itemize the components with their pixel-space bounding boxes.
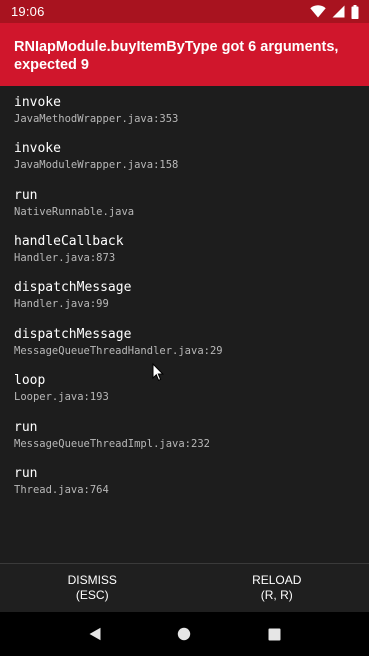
stack-trace-list[interactable]: invoke JavaMethodWrapper.java:353 invoke… — [0, 86, 369, 563]
frame-file: MessageQueueThreadHandler.java:29 — [14, 345, 223, 357]
cell-signal-icon — [332, 5, 345, 18]
frame-file: Thread.java:764 — [14, 484, 109, 496]
stack-frame[interactable]: dispatchMessage MessageQueueThreadHandle… — [14, 326, 223, 358]
dismiss-shortcut: (ESC) — [75, 588, 109, 602]
frame-method: dispatchMessage — [14, 327, 132, 342]
stack-frame[interactable]: run Thread.java:764 — [14, 465, 109, 497]
mouse-cursor-icon — [152, 362, 164, 386]
redbox-footer: DISMISS (ESC) RELOAD (R, R) — [0, 563, 369, 612]
frame-method: run — [14, 420, 38, 435]
frame-file: Handler.java:873 — [14, 252, 116, 264]
dismiss-label: DISMISS — [67, 573, 117, 587]
frame-method: invoke — [14, 95, 61, 110]
home-icon[interactable] — [164, 614, 204, 654]
frame-method: invoke — [14, 141, 61, 156]
battery-icon — [351, 4, 359, 19]
stack-frame[interactable]: invoke JavaModuleWrapper.java:158 — [14, 140, 178, 172]
android-nav-bar — [0, 612, 369, 656]
reload-shortcut: (R, R) — [260, 588, 293, 602]
frame-method: handleCallback — [14, 234, 124, 249]
frame-method: run — [14, 466, 38, 481]
status-icons — [310, 4, 359, 19]
wifi-icon — [310, 5, 326, 18]
frame-method: run — [14, 188, 38, 203]
error-message: RNIapModule.buyItemByType got 6 argument… — [0, 23, 369, 86]
stack-frame[interactable]: run MessageQueueThreadImpl.java:232 — [14, 419, 210, 451]
stack-frame[interactable]: handleCallback Handler.java:873 — [14, 233, 124, 265]
frame-file: JavaMethodWrapper.java:353 — [14, 113, 179, 125]
frame-file: Looper.java:193 — [14, 391, 109, 403]
recents-icon[interactable] — [254, 614, 294, 654]
reload-button[interactable]: RELOAD (R, R) — [185, 564, 369, 612]
stack-frame[interactable]: loop Looper.java:193 — [14, 372, 109, 404]
dismiss-button[interactable]: DISMISS (ESC) — [0, 564, 185, 612]
frame-file: JavaModuleWrapper.java:158 — [14, 159, 179, 171]
stack-frame[interactable]: dispatchMessage Handler.java:99 — [14, 279, 131, 311]
back-icon[interactable] — [75, 614, 115, 654]
status-bar: 19:06 — [0, 0, 369, 23]
status-time: 19:06 — [11, 4, 45, 19]
frame-method: loop — [14, 373, 46, 388]
frame-file: MessageQueueThreadImpl.java:232 — [14, 438, 210, 450]
stack-frame[interactable]: invoke JavaMethodWrapper.java:353 — [14, 94, 178, 126]
frame-method: dispatchMessage — [14, 280, 132, 295]
frame-file: NativeRunnable.java — [14, 206, 135, 218]
reload-label: RELOAD — [252, 573, 302, 587]
frame-file: Handler.java:99 — [14, 298, 109, 310]
stack-frame[interactable]: run NativeRunnable.java — [14, 187, 134, 219]
